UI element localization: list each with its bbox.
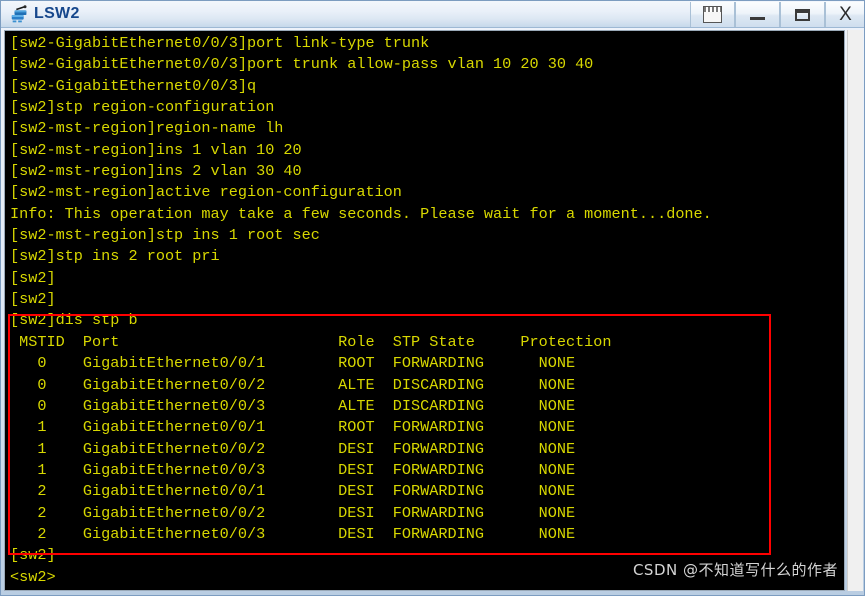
vertical-scrollbar[interactable]: [847, 30, 863, 591]
window-title: LSW2: [34, 5, 80, 22]
minimize-icon: [750, 16, 765, 20]
close-window-button[interactable]: X: [825, 2, 864, 27]
watermark-text: CSDN @不知道写什么的作者: [632, 561, 838, 579]
switch-icon: [11, 5, 27, 23]
maximize-window-button[interactable]: [780, 2, 825, 27]
terminal-window: LSW2 X [sw2-GigabitEthernet0/0/3]port li…: [0, 0, 865, 596]
terminal-output-area[interactable]: [sw2-GigabitEthernet0/0/3]port link-type…: [4, 30, 845, 591]
restore-icon: [703, 6, 722, 23]
close-icon: X: [839, 4, 852, 25]
restore-window-button[interactable]: [690, 2, 735, 27]
terminal-text: [sw2-GigabitEthernet0/0/3]port link-type…: [10, 34, 712, 586]
title-bar: LSW2 X: [1, 1, 864, 28]
minimize-window-button[interactable]: [735, 2, 780, 27]
maximize-icon: [795, 8, 810, 21]
